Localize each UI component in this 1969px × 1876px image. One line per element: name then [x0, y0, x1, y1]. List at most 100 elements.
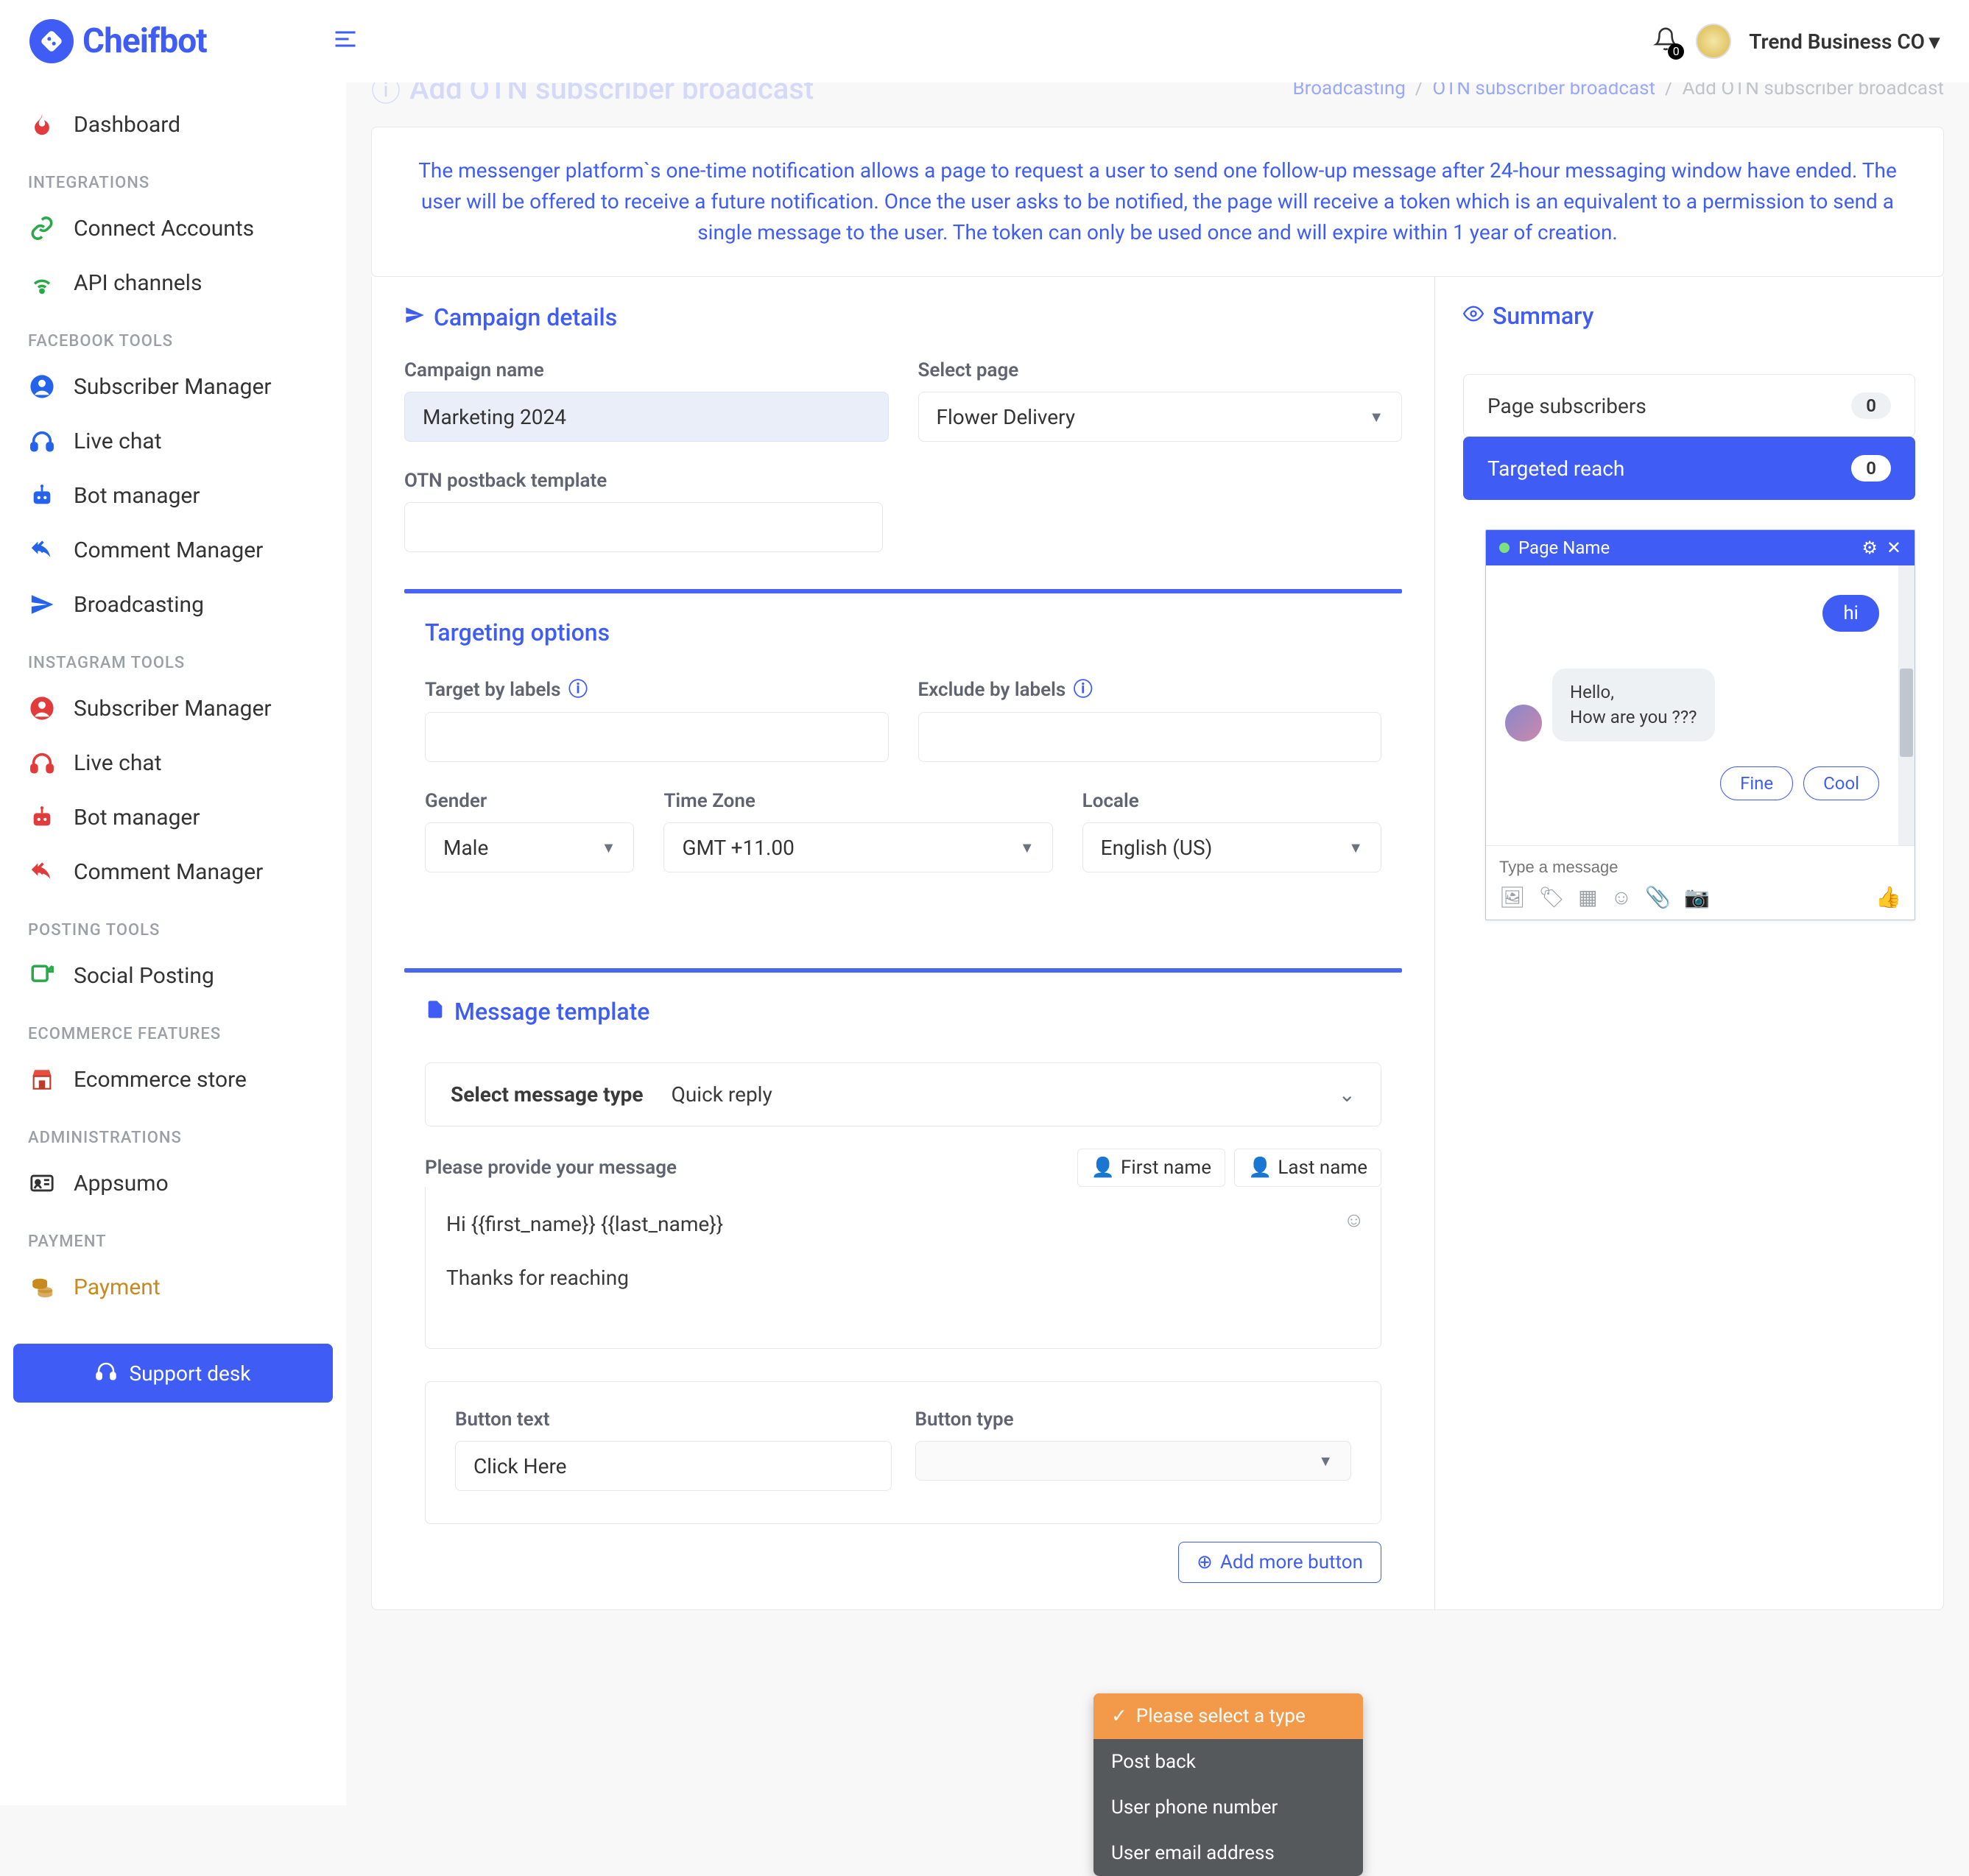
sidebar-item-social-posting[interactable]: Social Posting [13, 948, 333, 1003]
id-card-icon [28, 1169, 56, 1197]
sidebar-item-ig-subscriber[interactable]: Subscriber Manager [13, 681, 333, 736]
dropdown-option-email[interactable]: User email address [1093, 1830, 1363, 1876]
otn-template-input[interactable] [404, 502, 883, 552]
sidebar-item-fb-bot[interactable]: Bot manager [13, 468, 333, 523]
sidebar-heading-payment: PAYMENT [13, 1210, 333, 1260]
brand-logo[interactable]: Cheifbot [29, 19, 207, 63]
send-icon [404, 303, 425, 331]
campaign-name-label: Campaign name [404, 359, 889, 381]
sidebar-heading-facebook: FACEBOOK TOOLS [13, 310, 333, 359]
close-icon[interactable]: ✕ [1887, 537, 1901, 558]
attachment-icon[interactable]: 📎 [1645, 885, 1671, 909]
wifi-icon [28, 269, 56, 297]
emoji-icon[interactable]: ☺ [1611, 885, 1632, 909]
account-menu[interactable]: Trend Business CO ▾ [1749, 29, 1940, 54]
info-icon[interactable]: ⓘ [568, 679, 588, 701]
camera-icon[interactable]: 📷 [1684, 885, 1710, 909]
locale-select[interactable]: English (US)▼ [1082, 822, 1381, 872]
target-labels-input[interactable] [425, 712, 889, 762]
headset-icon [28, 749, 56, 777]
incoming-message: Hello, How are you ??? [1552, 669, 1715, 741]
sidebar-item-fb-subscriber[interactable]: Subscriber Manager [13, 359, 333, 414]
plus-circle-icon: ⊕ [1197, 1551, 1213, 1573]
summary-row-subscribers: Page subscribers 0 [1463, 374, 1915, 437]
brand-name: Cheifbot [82, 21, 207, 61]
campaign-name-input[interactable]: Marketing 2024 [404, 392, 889, 442]
timezone-select[interactable]: GMT +11.00▼ [663, 822, 1052, 872]
sidebar-heading-admin: ADMINISTRATIONS [13, 1107, 333, 1156]
summary-row-reach: Targeted reach 0 [1463, 437, 1915, 500]
info-circle-icon: ⓘ [371, 82, 401, 110]
exclude-labels-input[interactable] [918, 712, 1382, 762]
gender-select[interactable]: Male▼ [425, 822, 634, 872]
user-circle-icon [28, 694, 56, 722]
bot-avatar [1505, 705, 1542, 741]
flame-icon [28, 110, 56, 138]
quick-reply-cool[interactable]: Cool [1803, 766, 1879, 800]
add-more-button[interactable]: ⊕ Add more button [1178, 1542, 1381, 1583]
sidebar-item-fb-livechat[interactable]: Live chat [13, 414, 333, 468]
chevron-down-icon: ▼ [1318, 1452, 1333, 1470]
gear-icon[interactable]: ⚙ [1861, 537, 1878, 558]
sticker-icon[interactable]: 🏷 [1539, 885, 1565, 909]
button-type-dropdown: ✓Please select a type Post back User pho… [1093, 1693, 1363, 1876]
emoji-icon[interactable]: ☺ [1343, 1200, 1364, 1239]
support-desk-button[interactable]: Support desk [13, 1344, 333, 1403]
timezone-label: Time Zone [663, 790, 1052, 812]
sidebar-heading-posting: POSTING TOOLS [13, 899, 333, 948]
button-text-input[interactable]: Click Here [455, 1441, 892, 1491]
sidebar-item-dashboard[interactable]: Dashboard [13, 97, 333, 152]
scrollbar[interactable] [1898, 565, 1915, 845]
sidebar-item-payment[interactable]: Payment [13, 1260, 333, 1314]
message-type-select[interactable]: Select message type Quick reply ⌄ [425, 1062, 1381, 1126]
select-page-dropdown[interactable]: Flower Delivery▼ [918, 392, 1403, 442]
sidebar-item-ecommerce[interactable]: Ecommerce store [13, 1052, 333, 1107]
sidebar-item-ig-bot[interactable]: Bot manager [13, 790, 333, 844]
sidebar-heading-ecommerce: ECOMMERCE FEATURES [13, 1003, 333, 1052]
exclude-labels-label: Exclude by labels ⓘ [918, 674, 1382, 702]
sidebar-item-fb-broadcasting[interactable]: Broadcasting [13, 577, 333, 632]
sidebar-toggle-icon[interactable] [332, 26, 359, 57]
chevron-down-icon: ⌄ [1339, 1082, 1356, 1107]
breadcrumb-link-otn[interactable]: OTN subscriber broadcast [1432, 82, 1655, 99]
info-banner: The messenger platform`s one-time notifi… [371, 127, 1944, 277]
main-content: ⓘ Add OTN subscriber broadcast Broadcast… [346, 82, 1969, 1805]
like-icon[interactable]: 👍 [1875, 885, 1901, 909]
insert-first-name-button[interactable]: 👤First name [1077, 1149, 1225, 1187]
breadcrumb-current: Add OTN subscriber broadcast [1683, 82, 1944, 99]
chevron-down-icon: ▼ [1369, 408, 1384, 426]
brand-logo-mark [29, 19, 74, 63]
sidebar-item-connect-accounts[interactable]: Connect Accounts [13, 201, 333, 255]
sidebar: Dashboard INTEGRATIONS Connect Accounts … [0, 82, 346, 1805]
chat-input[interactable] [1499, 858, 1901, 877]
button-type-select[interactable]: ▼ [915, 1441, 1352, 1481]
sidebar-item-api-channels[interactable]: API channels [13, 255, 333, 310]
breadcrumb-link-broadcasting[interactable]: Broadcasting [1292, 82, 1405, 99]
sidebar-item-ig-comment[interactable]: Comment Manager [13, 844, 333, 899]
sidebar-item-ig-livechat[interactable]: Live chat [13, 736, 333, 790]
eye-icon [1463, 302, 1484, 330]
headset-icon [28, 427, 56, 455]
link-icon [28, 214, 56, 242]
info-icon[interactable]: ⓘ [1074, 679, 1093, 701]
user-circle-icon [28, 373, 56, 401]
quick-reply-fine[interactable]: Fine [1720, 766, 1793, 800]
dropdown-option-placeholder[interactable]: ✓Please select a type [1093, 1693, 1363, 1739]
account-avatar[interactable] [1696, 24, 1731, 59]
dropdown-option-postback[interactable]: Post back [1093, 1739, 1363, 1785]
chat-preview: Page Name ⚙ ✕ hi Hello, [1485, 529, 1915, 920]
sidebar-item-appsumo[interactable]: Appsumo [13, 1156, 333, 1210]
dropdown-option-phone[interactable]: User phone number [1093, 1785, 1363, 1830]
gif-icon[interactable]: ▦ [1578, 885, 1597, 909]
file-icon [425, 998, 445, 1026]
notifications-button[interactable]: 0 [1653, 27, 1678, 57]
chevron-down-icon: ▼ [602, 839, 616, 857]
insert-last-name-button[interactable]: 👤Last name [1234, 1149, 1381, 1187]
chevron-down-icon: ▼ [1348, 839, 1363, 857]
breadcrumb: Broadcasting / OTN subscriber broadcast … [1292, 82, 1944, 99]
message-textarea[interactable]: ☺ Hi {{first_name}} {{last_name}} Thanks… [425, 1187, 1381, 1349]
select-page-label: Select page [918, 359, 1403, 381]
sidebar-item-fb-comment[interactable]: Comment Manager [13, 523, 333, 577]
section-divider [404, 968, 1402, 973]
image-icon[interactable]: 🖼 [1499, 885, 1526, 909]
